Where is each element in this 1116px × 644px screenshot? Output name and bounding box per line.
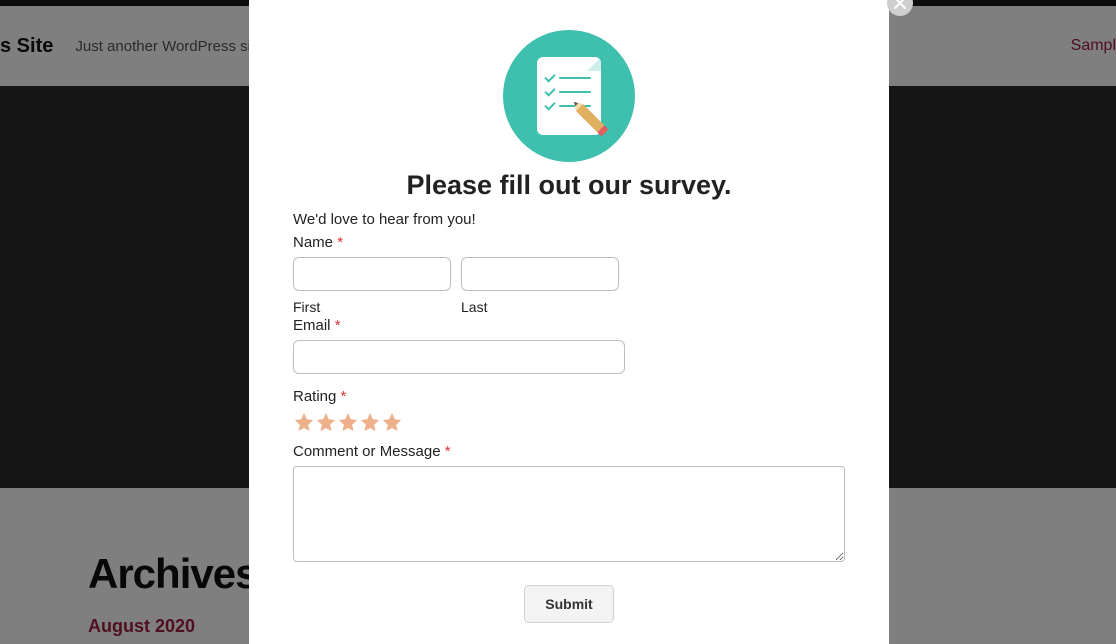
comment-label-text: Comment or Message bbox=[293, 443, 441, 460]
last-name-sublabel: Last bbox=[461, 299, 619, 315]
star-4[interactable] bbox=[359, 411, 381, 433]
modal-title: Please fill out our survey. bbox=[293, 170, 845, 201]
email-input[interactable] bbox=[293, 340, 625, 374]
comment-label: Comment or Message * bbox=[293, 443, 845, 460]
survey-modal: Please fill out our survey. We'd love to… bbox=[249, 0, 889, 644]
first-name-sublabel: First bbox=[293, 299, 451, 315]
email-label: Email * bbox=[293, 317, 845, 334]
comment-textarea[interactable] bbox=[293, 466, 845, 562]
star-3[interactable] bbox=[337, 411, 359, 433]
name-label: Name * bbox=[293, 234, 845, 251]
rating-stars bbox=[293, 411, 845, 433]
star-2[interactable] bbox=[315, 411, 337, 433]
required-asterisk: * bbox=[341, 388, 347, 405]
survey-clipboard-icon bbox=[503, 30, 635, 162]
last-name-input[interactable] bbox=[461, 257, 619, 291]
star-5[interactable] bbox=[381, 411, 403, 433]
rating-label-text: Rating bbox=[293, 388, 336, 405]
rating-label: Rating * bbox=[293, 388, 845, 405]
email-label-text: Email bbox=[293, 317, 331, 334]
required-asterisk: * bbox=[445, 443, 451, 460]
star-1[interactable] bbox=[293, 411, 315, 433]
name-label-text: Name bbox=[293, 234, 333, 251]
required-asterisk: * bbox=[335, 317, 341, 334]
first-name-input[interactable] bbox=[293, 257, 451, 291]
modal-intro: We'd love to hear from you! bbox=[293, 211, 845, 228]
required-asterisk: * bbox=[337, 234, 343, 251]
submit-button[interactable]: Submit bbox=[524, 585, 613, 623]
close-icon bbox=[894, 0, 906, 9]
